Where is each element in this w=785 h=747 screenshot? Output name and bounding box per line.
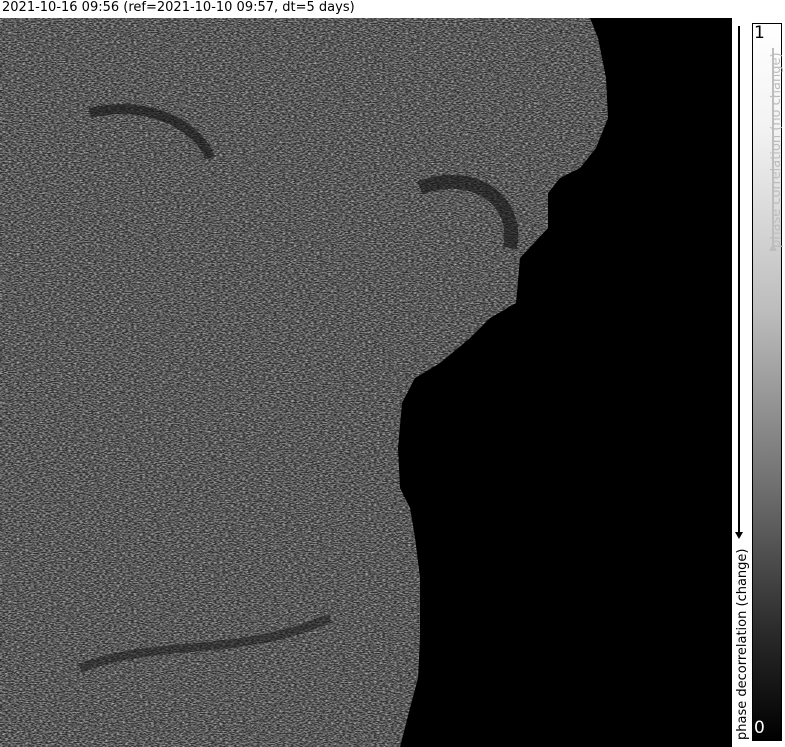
colorbar-legend: 1 0 phase correlation (no change) phase … [732, 18, 785, 747]
coherence-map-svg [0, 18, 732, 747]
arrow-down-icon [735, 26, 743, 539]
coherence-image [0, 18, 732, 747]
colorbar-top-caption: phase correlation (no change) [769, 52, 784, 248]
image-title: 2021-10-16 09:56 (ref=2021-10-10 09:57, … [2, 0, 355, 15]
colorbar-max-label: 1 [754, 23, 765, 43]
colorbar-min-label: 0 [754, 718, 765, 738]
colorbar-bottom-caption: phase decorrelation (change) [735, 548, 750, 740]
